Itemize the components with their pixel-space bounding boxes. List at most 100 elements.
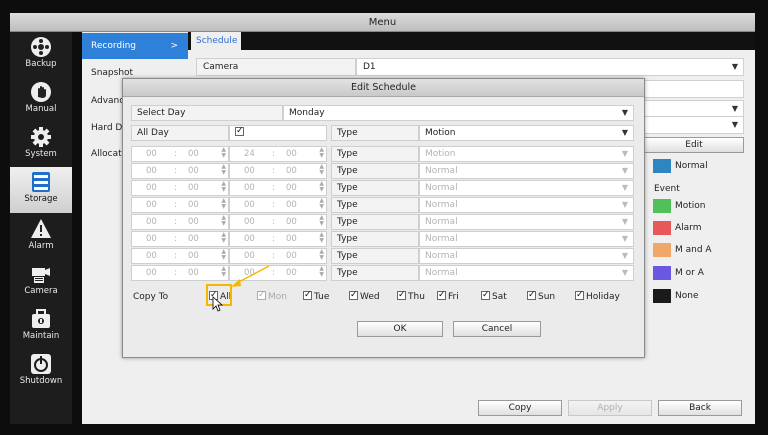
legend-label: Alarm xyxy=(675,223,702,233)
nav-camera[interactable]: Camera xyxy=(10,259,72,303)
period-end-time[interactable]: 00 : 00 ▲ ▼ xyxy=(229,231,327,247)
caret-down-icon: ▼ xyxy=(621,149,628,158)
subnav-label: Recording xyxy=(91,41,137,51)
camera-label: Camera xyxy=(196,58,356,76)
period-type-dropdown[interactable]: Normal ▼ xyxy=(419,248,634,264)
time-separator: : xyxy=(272,183,275,193)
caret-down-icon: ▼ xyxy=(621,268,628,277)
ok-button[interactable]: OK xyxy=(357,321,443,337)
nav-shutdown[interactable]: Shutdown xyxy=(10,349,72,393)
cancel-button[interactable]: Cancel xyxy=(453,321,541,337)
copy-day-holiday[interactable]: Holiday xyxy=(575,288,620,304)
back-button[interactable]: Back xyxy=(658,400,742,416)
all-day-checkbox[interactable] xyxy=(235,126,246,138)
toolbox-icon xyxy=(32,309,50,328)
camera-select[interactable]: D1 ▼ xyxy=(356,58,744,76)
storage-icon xyxy=(32,172,50,192)
period-start-time[interactable]: 00 : 00 ▲ ▼ xyxy=(131,214,229,230)
period-start-hour: 00 xyxy=(146,166,157,176)
period-start-time[interactable]: 00 : 00 ▲ ▼ xyxy=(131,231,229,247)
copy-day-thu[interactable]: Thu xyxy=(397,288,425,304)
caret-down-icon: ▼ xyxy=(621,128,628,137)
period-start-time[interactable]: 00 : 00 ▲ ▼ xyxy=(131,197,229,213)
nav-storage[interactable]: Storage xyxy=(10,167,72,213)
nav-label: Maintain xyxy=(22,331,60,341)
edit-button[interactable]: Edit xyxy=(644,137,744,153)
spinner-icon: ▲ ▼ xyxy=(221,197,226,210)
copy-day-sat[interactable]: Sat xyxy=(481,288,507,304)
type-dropdown[interactable]: Motion ▼ xyxy=(419,125,634,141)
nav-maintain[interactable]: Maintain xyxy=(10,304,72,348)
period-start-minute: 00 xyxy=(188,183,199,193)
period-type-dropdown[interactable]: Normal ▼ xyxy=(419,265,634,281)
period-start-time[interactable]: 00 : 00 ▲ ▼ xyxy=(131,146,229,162)
warning-icon xyxy=(31,219,51,238)
period-end-time[interactable]: 00 : 00 ▲ ▼ xyxy=(229,163,327,179)
nav-alarm[interactable]: Alarm xyxy=(10,214,72,258)
select-day-dropdown[interactable]: Monday ▼ xyxy=(283,105,634,121)
period-start-time[interactable]: 00 : 00 ▲ ▼ xyxy=(131,180,229,196)
period-end-time[interactable]: 24 : 00 ▲ ▼ xyxy=(229,146,327,162)
caret-down-icon: ▼ xyxy=(621,200,628,209)
legend-swatch xyxy=(653,199,671,213)
copy-day-label: Sat xyxy=(492,292,507,302)
period-end-time[interactable]: 00 : 00 ▲ ▼ xyxy=(229,180,327,196)
period-start-time[interactable]: 00 : 00 ▲ ▼ xyxy=(131,265,229,281)
copy-day-label: Wed xyxy=(360,292,380,302)
option-select-1[interactable] xyxy=(644,80,744,98)
period-start-hour: 00 xyxy=(146,234,157,244)
period-type-value: Normal xyxy=(425,183,458,193)
subnav-recording[interactable]: Recording > xyxy=(82,33,188,59)
all-day-checkbox-cell[interactable] xyxy=(229,125,327,141)
period-end-time[interactable]: 00 : 00 ▲ ▼ xyxy=(229,197,327,213)
period-start-time[interactable]: 00 : 00 ▲ ▼ xyxy=(131,163,229,179)
period-type-dropdown[interactable]: Normal ▼ xyxy=(419,197,634,213)
nav-label: Camera xyxy=(24,286,58,296)
period-type-dropdown[interactable]: Normal ▼ xyxy=(419,163,634,179)
chevron-right-icon: > xyxy=(170,41,178,51)
nav-system[interactable]: System xyxy=(10,122,72,166)
time-separator: : xyxy=(272,217,275,227)
period-type-label: Type xyxy=(331,163,419,179)
spinner-icon: ▲ ▼ xyxy=(319,197,324,210)
period-type-dropdown[interactable]: Normal ▼ xyxy=(419,214,634,230)
spinner-icon: ▲ ▼ xyxy=(319,231,324,244)
tab-schedule[interactable]: Schedule xyxy=(191,32,241,50)
spinner-icon: ▲ ▼ xyxy=(221,146,226,159)
copy-day-tue[interactable]: Tue xyxy=(303,288,329,304)
power-icon xyxy=(31,354,51,374)
period-end-minute: 00 xyxy=(286,166,297,176)
period-end-minute: 00 xyxy=(286,149,297,159)
copy-button[interactable]: Copy xyxy=(478,400,562,416)
period-type-value: Normal xyxy=(425,251,458,261)
period-type-dropdown[interactable]: Motion ▼ xyxy=(419,146,634,162)
time-separator: : xyxy=(174,200,177,210)
nav-manual[interactable]: Manual xyxy=(10,77,72,121)
period-start-minute: 00 xyxy=(188,149,199,159)
spinner-icon: ▲ ▼ xyxy=(319,265,324,278)
period-type-value: Normal xyxy=(425,234,458,244)
period-type-dropdown[interactable]: Normal ▼ xyxy=(419,231,634,247)
copy-day-sun[interactable]: Sun xyxy=(527,288,555,304)
period-start-time[interactable]: 00 : 00 ▲ ▼ xyxy=(131,248,229,264)
main-nav: Backup Manual System Storage Alarm Camer… xyxy=(10,32,72,424)
copy-day-fri[interactable]: Fri xyxy=(437,288,459,304)
period-type-label: Type xyxy=(331,197,419,213)
nav-label: Shutdown xyxy=(19,376,63,386)
apply-button[interactable]: Apply xyxy=(568,400,652,416)
period-end-hour: 00 xyxy=(244,200,255,210)
copy-day-label: Mon xyxy=(268,292,287,302)
period-type-label: Type xyxy=(331,214,419,230)
caret-down-icon: ▼ xyxy=(731,62,738,71)
period-type-dropdown[interactable]: Normal ▼ xyxy=(419,180,634,196)
option-select-3[interactable]: ▼ xyxy=(644,116,744,134)
period-type-label: Type xyxy=(331,146,419,162)
subnav-label: Advanc xyxy=(91,96,125,106)
copy-day-mon[interactable]: Mon xyxy=(257,288,287,304)
period-end-minute: 00 xyxy=(286,251,297,261)
copy-day-wed[interactable]: Wed xyxy=(349,288,380,304)
period-end-time[interactable]: 00 : 00 ▲ ▼ xyxy=(229,214,327,230)
nav-backup[interactable]: Backup xyxy=(10,32,72,76)
subnav-label: Hard D xyxy=(91,123,123,133)
time-separator: : xyxy=(174,268,177,278)
